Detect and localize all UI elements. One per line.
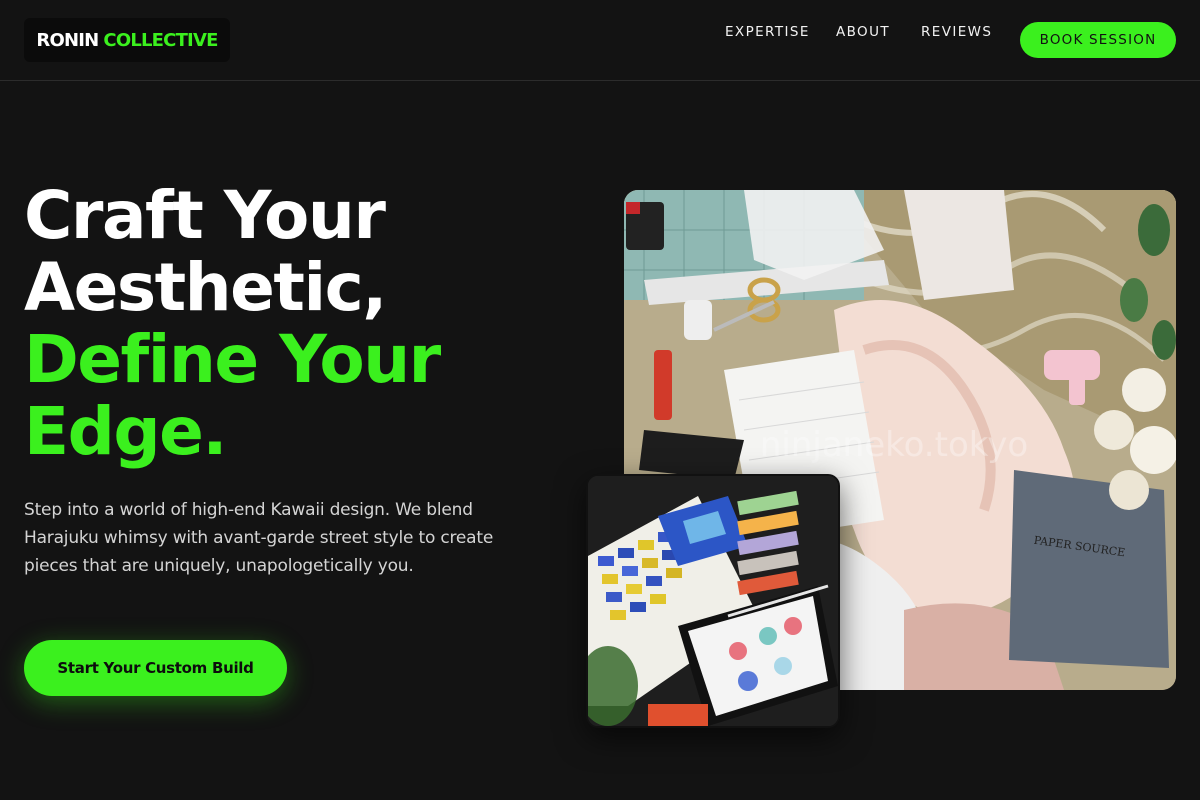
color-swatch-photo: [586, 474, 840, 728]
nav-link-expertise[interactable]: EXPERTISE: [725, 24, 810, 40]
hero-headline: Craft Your Aesthetic, Define Your Edge.: [24, 180, 584, 468]
start-custom-build-button[interactable]: Start Your Custom Build: [24, 640, 287, 696]
brand-name-part1: RONIN: [36, 29, 99, 51]
headline-line-1: Craft Your: [24, 177, 386, 254]
nav-link-reviews[interactable]: REVIEWS: [921, 24, 992, 40]
brand-name-part2: COLLECTIVE: [103, 29, 218, 51]
headline-line-2: Aesthetic,: [24, 249, 387, 326]
book-session-button[interactable]: BOOK SESSION: [1020, 22, 1176, 58]
brand-logo[interactable]: RONIN COLLECTIVE: [24, 18, 230, 62]
headline-line-4: Edge.: [24, 393, 227, 470]
photo-watermark: ninjaneko.tokyo: [760, 425, 1028, 465]
headline-line-3: Define Your: [24, 321, 441, 398]
nav-link-about[interactable]: ABOUT: [836, 24, 890, 40]
site-header: RONIN COLLECTIVE EXPERTISE ABOUT REVIEWS…: [0, 0, 1200, 81]
hero-subtext: Step into a world of high-end Kawaii des…: [24, 500, 494, 576]
